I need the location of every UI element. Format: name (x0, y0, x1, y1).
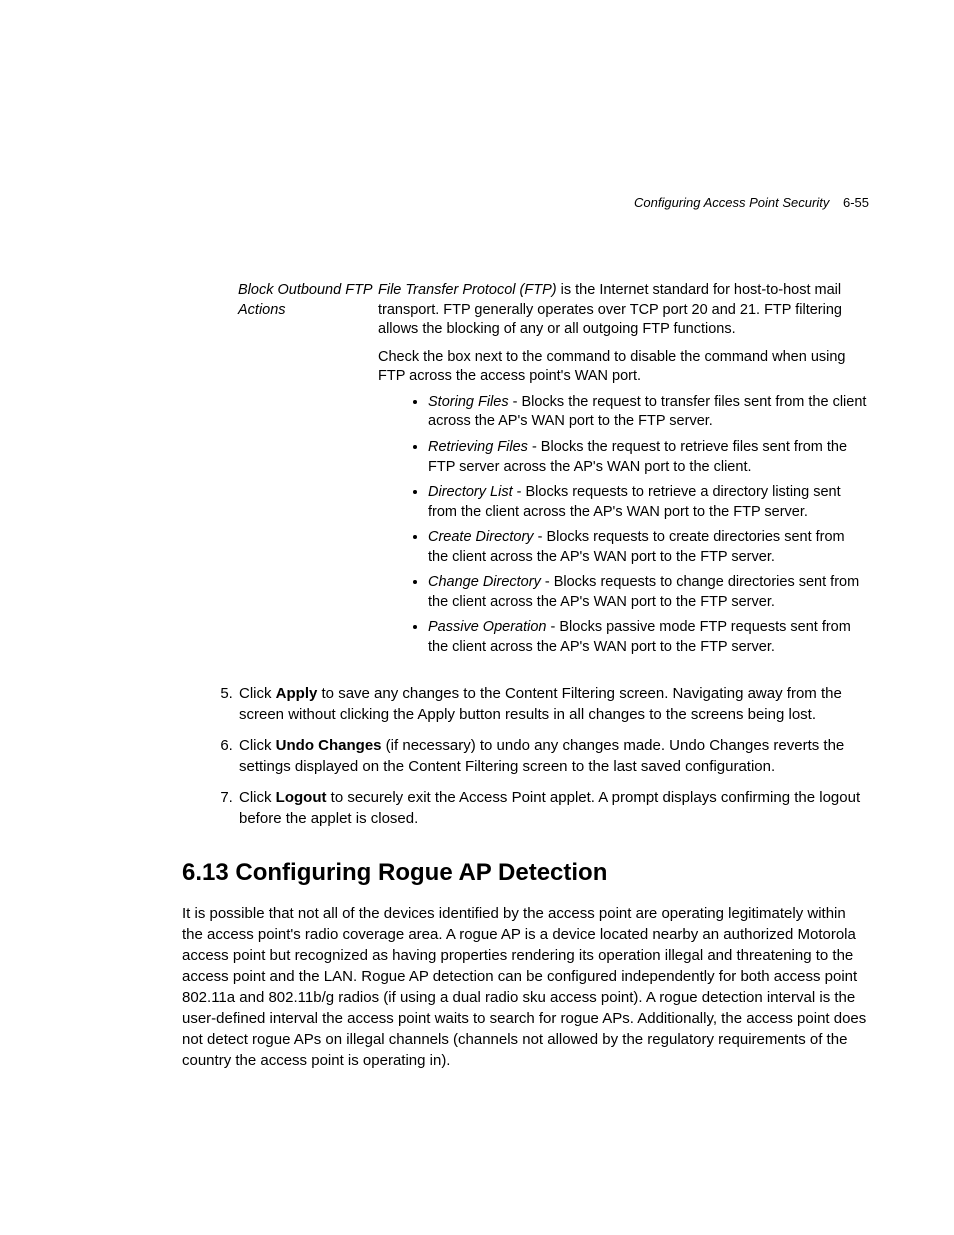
check-paragraph: Check the box next to the command to dis… (378, 348, 868, 387)
bullet-term: Storing Files (428, 394, 509, 410)
ftp-term: File Transfer Protocol (FTP) (378, 282, 557, 298)
bullet-term: Directory List (428, 484, 513, 500)
bullet-term: Retrieving Files (428, 439, 528, 455)
step-bold: Apply (276, 685, 318, 702)
list-item: Change Directory - Blocks requests to ch… (428, 573, 868, 612)
check-text-c: WAN port. (571, 368, 641, 384)
list-item: Passive Operation - Blocks passive mode … (428, 618, 868, 657)
page: Configuring Access Point Security 6-55 B… (0, 0, 954, 1181)
list-item: Retrieving Files - Blocks the request to… (428, 438, 868, 477)
section-heading: 6.13 Configuring Rogue AP Detection (182, 859, 869, 887)
step-pre: Click (239, 685, 276, 702)
section-body: It is possible that not all of the devic… (182, 903, 869, 1071)
definition-table: Block Outbound FTP Actions File Transfer… (237, 280, 869, 665)
page-number: 6-55 (843, 195, 869, 210)
bullet-term: Passive Operation (428, 619, 546, 635)
bullet-term: Change Directory (428, 574, 541, 590)
page-header: Configuring Access Point Security 6-55 (182, 195, 869, 210)
step-bold: Undo Changes (276, 737, 382, 754)
step-bold: Logout (276, 789, 327, 806)
definition-label: Block Outbound FTP Actions (237, 280, 378, 665)
list-item: Directory List - Blocks requests to retr… (428, 483, 868, 522)
check-text-b: access point's (480, 368, 571, 384)
step-item: Click Logout to securely exit the Access… (237, 787, 869, 829)
step-pre: Click (239, 737, 276, 754)
bullet-term: Create Directory (428, 529, 534, 545)
step-item: Click Undo Changes (if necessary) to und… (237, 735, 869, 777)
bullet-list: Storing Files - Blocks the request to tr… (378, 393, 868, 658)
numbered-steps: Click Apply to save any changes to the C… (182, 683, 869, 829)
step-post: to save any changes to the Content Filte… (239, 685, 842, 723)
definition-content: File Transfer Protocol (FTP) is the Inte… (378, 280, 869, 665)
step-pre: Click (239, 789, 276, 806)
list-item: Create Directory - Blocks requests to cr… (428, 528, 868, 567)
step-post: to securely exit the Access Point applet… (239, 789, 860, 827)
list-item: Storing Files - Blocks the request to tr… (428, 393, 868, 432)
header-title: Configuring Access Point Security (634, 195, 829, 210)
step-item: Click Apply to save any changes to the C… (237, 683, 869, 725)
